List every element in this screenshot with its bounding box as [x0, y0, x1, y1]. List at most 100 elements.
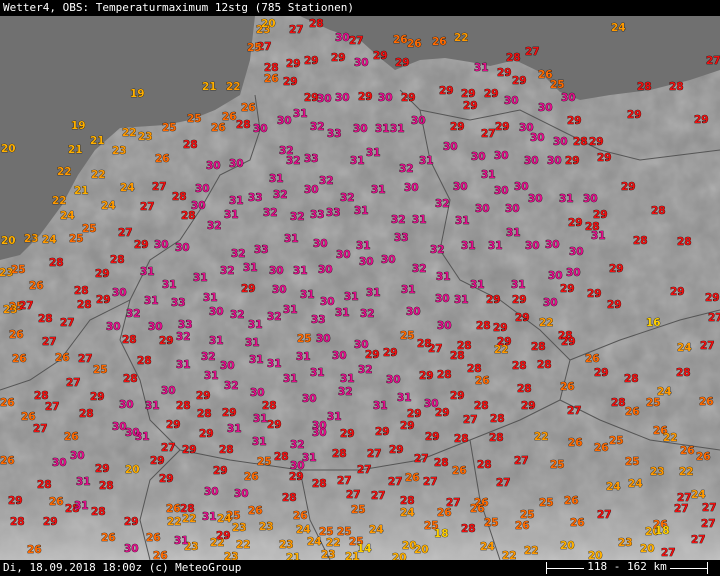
station-value: 30: [250, 387, 265, 399]
station-value: 29: [512, 75, 527, 87]
station-value: 30: [404, 182, 419, 194]
station-value: 22: [236, 539, 251, 551]
station-value: 29: [358, 91, 373, 103]
station-value: 30: [406, 306, 421, 318]
station-value: 26: [244, 471, 259, 483]
station-value: 30: [505, 203, 520, 215]
temperature-map[interactable]: 27232520 282730 27 26 26 22262728242721 221919…: [0, 16, 720, 560]
station-value: 28: [38, 313, 53, 325]
station-value: 31: [248, 319, 263, 331]
station-value: 27: [140, 201, 155, 213]
station-value: 23: [650, 466, 665, 478]
station-value: 27: [414, 453, 429, 465]
station-value: 27: [674, 503, 689, 515]
station-value: 18: [434, 528, 449, 540]
station-value: 25: [351, 504, 366, 516]
station-value: 31: [412, 214, 427, 226]
station-value: 31: [371, 184, 386, 196]
station-value: 22: [57, 166, 72, 178]
station-value: 27: [463, 414, 478, 426]
station-value: 29: [304, 55, 319, 67]
station-value: 30: [381, 254, 396, 266]
station-value: 30: [220, 360, 235, 372]
station-value: 31: [253, 413, 268, 425]
station-value: 26: [568, 437, 583, 449]
station-value: 30: [124, 543, 139, 555]
station-value: 30: [154, 239, 169, 251]
station-value: 29: [593, 209, 608, 221]
station-value: 24: [611, 22, 626, 34]
station-value: 26: [393, 34, 408, 46]
station-value: 30: [504, 95, 519, 107]
station-value: 29: [587, 288, 602, 300]
station-value: 30: [70, 450, 85, 462]
station-value: 25: [400, 330, 415, 342]
station-value: 30: [234, 488, 249, 500]
station-value: 26: [585, 353, 600, 365]
station-value: 30: [332, 350, 347, 362]
station-value: 28: [490, 413, 505, 425]
station-value: 28: [37, 479, 52, 491]
station-value: 26: [570, 517, 585, 529]
station-value: 31: [284, 233, 299, 245]
scale-bar: 118 - 162 km: [546, 560, 708, 574]
station-value: 30: [538, 102, 553, 114]
station-value: 30: [253, 123, 268, 135]
station-value: 30: [316, 333, 331, 345]
station-value: 29: [425, 431, 440, 443]
station-value: 22: [167, 516, 182, 528]
station-value: 26: [29, 280, 44, 292]
station-value: 27: [423, 476, 438, 488]
station-value: 31: [327, 411, 342, 423]
station-value: 28: [262, 400, 277, 412]
station-value: 26: [27, 544, 42, 556]
station-value: 33: [326, 207, 341, 219]
station-value: 27: [701, 518, 716, 530]
station-value: 24: [296, 524, 311, 536]
station-value: 28: [624, 373, 639, 385]
station-value: 31: [224, 209, 239, 221]
station-value: 32: [224, 380, 239, 392]
station-value: 31: [245, 337, 260, 349]
station-value: 29: [705, 292, 720, 304]
station-value: 33: [178, 319, 193, 331]
station-value: 29: [484, 88, 499, 100]
station-value: 28: [274, 451, 289, 463]
station-value: 28: [461, 523, 476, 535]
station-value: 26: [0, 397, 15, 409]
station-value: 25: [539, 497, 554, 509]
station-value: 31: [461, 240, 476, 252]
station-value: 30: [206, 160, 221, 172]
station-value: 27: [349, 35, 364, 47]
station-value: 26: [21, 411, 36, 423]
station-value: 25: [297, 333, 312, 345]
station-value: 30: [453, 181, 468, 193]
station-value: 22: [663, 432, 678, 444]
station-value: 30: [514, 181, 529, 193]
station-value: 27: [706, 55, 720, 67]
station-value: 30: [543, 297, 558, 309]
station-value: 22: [122, 127, 137, 139]
station-value: 31: [356, 240, 371, 252]
station-value: 32: [207, 220, 222, 232]
station-value: 25: [550, 79, 565, 91]
station-value: 32: [231, 248, 246, 260]
station-value: 31: [455, 215, 470, 227]
station-value: 26: [166, 503, 181, 515]
station-value: 29: [621, 181, 636, 193]
station-value: 28: [531, 341, 546, 353]
station-value: 28: [77, 299, 92, 311]
station-value: 26: [248, 505, 263, 517]
station-value: 23: [138, 131, 153, 143]
station-value: 31: [354, 205, 369, 217]
station-value: 31: [176, 359, 191, 371]
station-value: 24: [120, 182, 135, 194]
station-value: 30: [317, 93, 332, 105]
station-value: 28: [611, 397, 626, 409]
station-value: 32: [319, 175, 334, 187]
station-value: 30: [561, 92, 576, 104]
station-value: 26: [452, 465, 467, 477]
station-value: 25: [247, 42, 262, 54]
station-value: 29: [565, 155, 580, 167]
station-value: 30: [125, 427, 140, 439]
